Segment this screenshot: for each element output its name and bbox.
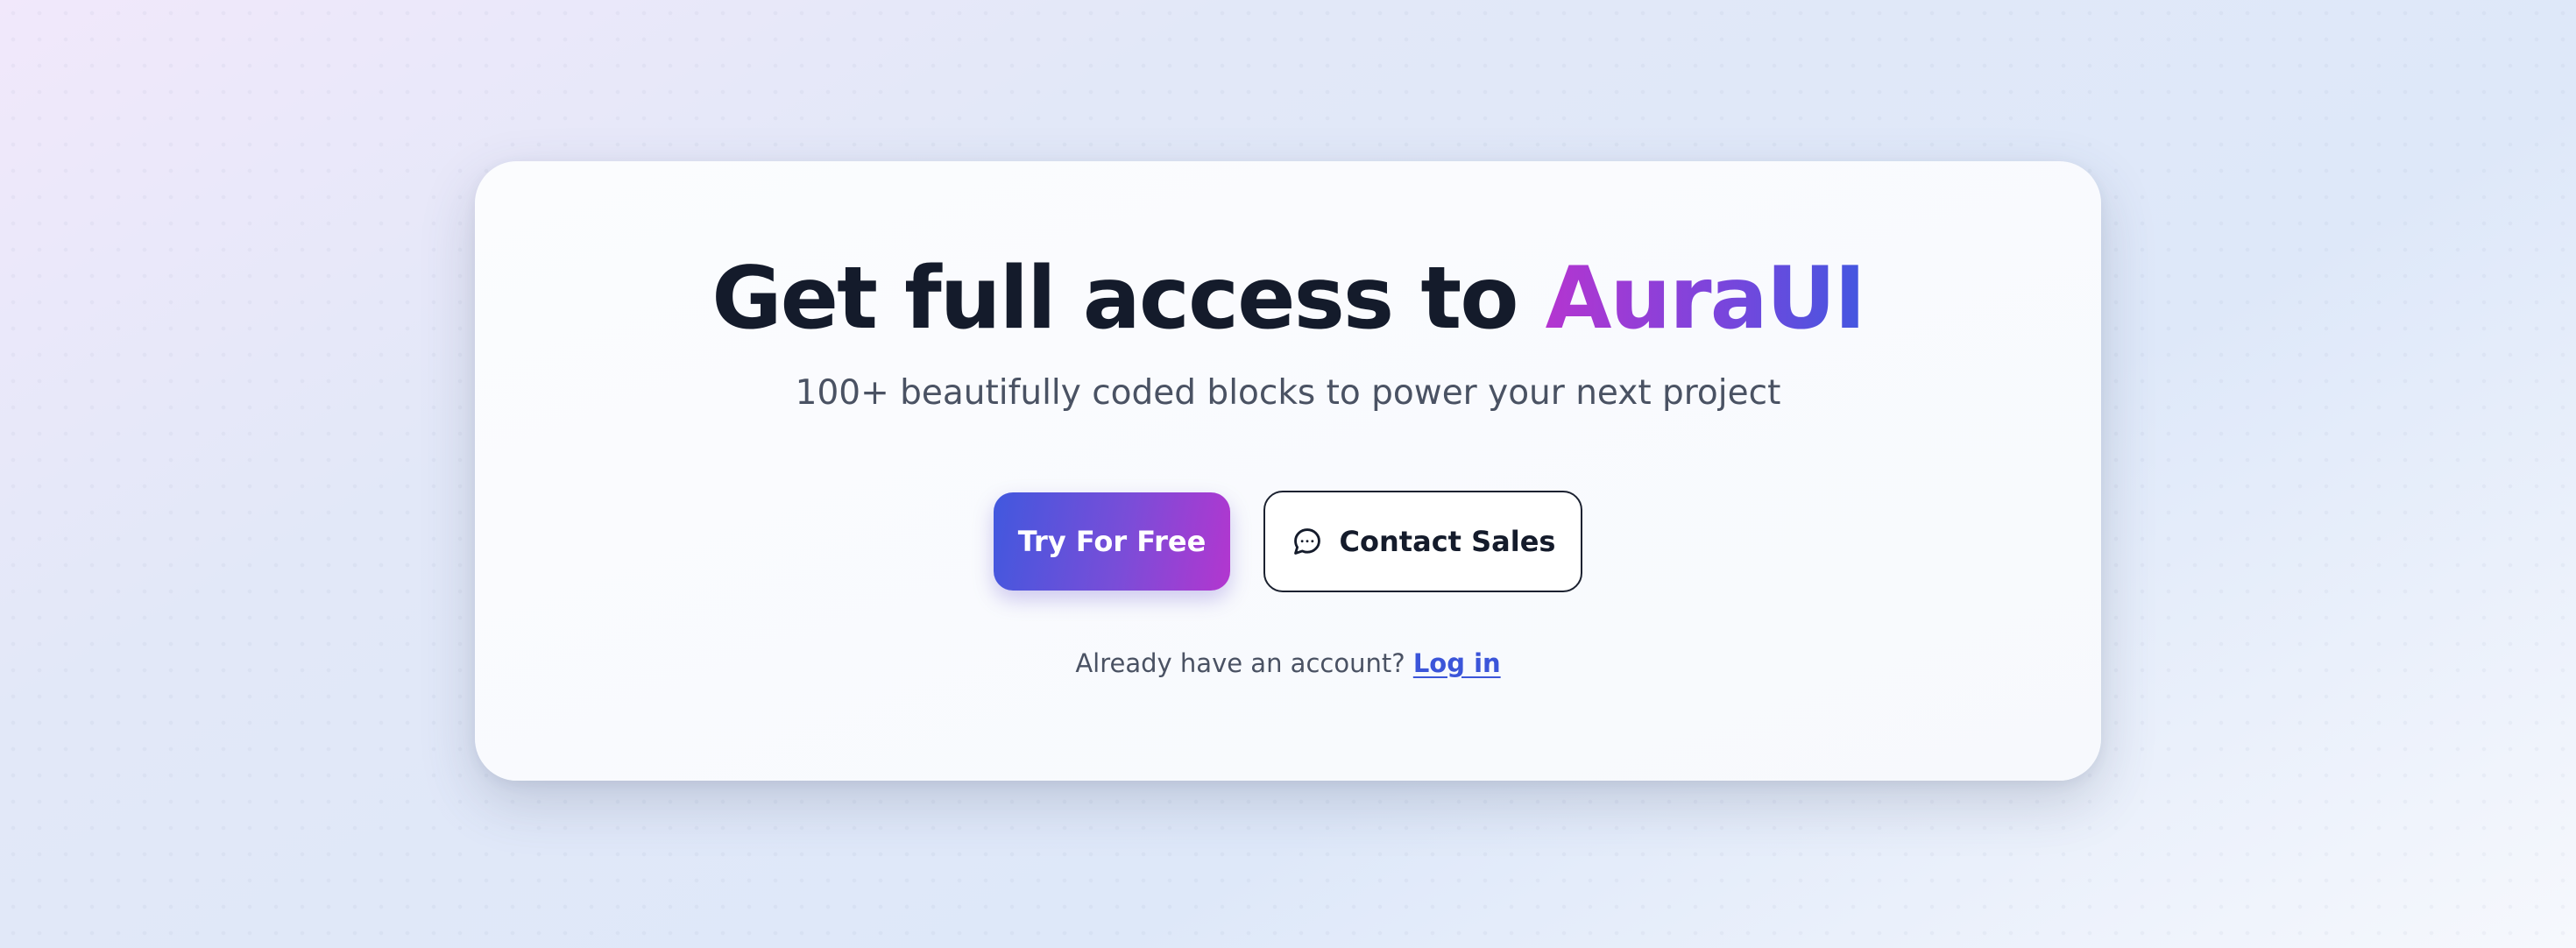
chat-bubble-icon [1291,525,1324,558]
brand-name: AuraUI [1545,249,1866,349]
cta-card: Get full access to AuraUI 100+ beautiful… [475,161,2101,781]
subtitle: 100+ beautifully coded blocks to power y… [795,373,1781,413]
try-for-free-label: Try For Free [1017,525,1207,558]
login-link[interactable]: Log in [1413,648,1501,678]
page-background: Get full access to AuraUI 100+ beautiful… [0,0,2576,948]
page-title: Get full access to AuraUI [475,249,2101,349]
try-for-free-button[interactable]: Try For Free [994,492,1230,591]
contact-sales-label: Contact Sales [1339,525,1556,558]
login-prompt-row: Already have an account? Log in [475,648,2101,678]
headline-prefix: Get full access to [711,249,1546,349]
contact-sales-button[interactable]: Contact Sales [1263,491,1582,592]
login-prompt: Already have an account? [1075,648,1405,678]
